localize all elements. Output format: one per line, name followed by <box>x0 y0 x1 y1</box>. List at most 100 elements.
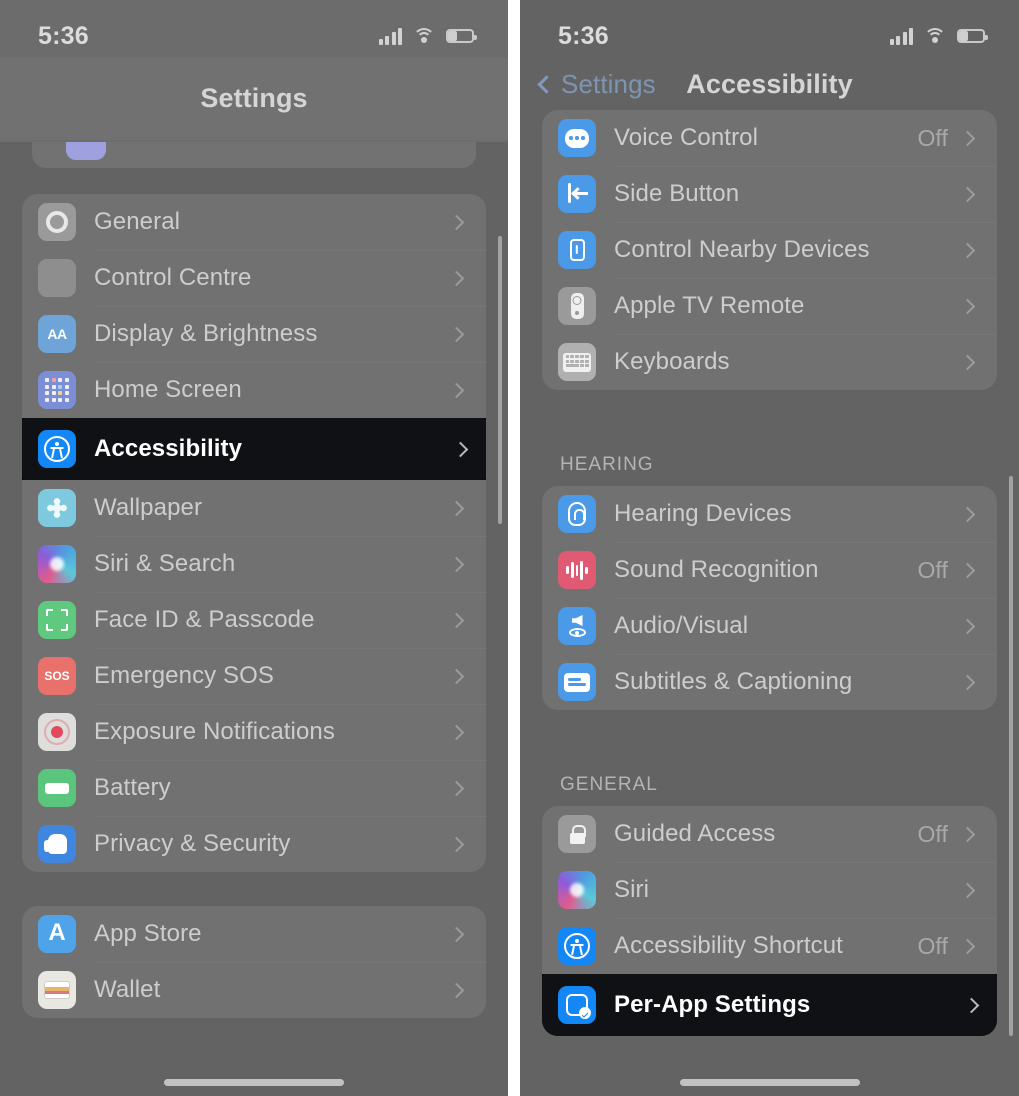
list-item[interactable]: Battery <box>22 760 486 816</box>
list-item[interactable]: Voice Control Off <box>542 110 997 166</box>
chevron-right-icon <box>448 724 465 740</box>
list-item[interactable]: Accessibility <box>22 418 486 480</box>
section-header: HEARING <box>560 454 654 475</box>
list-item-label: General <box>94 208 181 235</box>
chevron-right-icon <box>448 836 465 852</box>
chevron-right-icon <box>448 326 465 342</box>
right-accessibility-list[interactable]: Voice Control Off Side Button Control Nearb… <box>520 110 1019 1036</box>
chevron-right-icon <box>448 668 465 684</box>
status-indicators <box>889 27 988 45</box>
side-button-icon <box>558 175 596 213</box>
chevron-right-icon <box>963 997 980 1013</box>
list-item[interactable]: Apple TV Remote <box>542 278 997 334</box>
page-title: Settings <box>200 82 308 113</box>
list-item-label: Per-App Settings <box>614 991 811 1018</box>
left-nav-bar: Settings <box>0 58 508 142</box>
chevron-right-icon <box>448 982 465 998</box>
list-item-label: Accessibility <box>94 435 243 462</box>
list-item[interactable]: A App Store <box>22 906 486 962</box>
right-nav-bar: Settings Accessibility <box>520 58 1019 110</box>
list-item[interactable]: Wallet <box>22 962 486 1018</box>
list-item-label: Voice Control <box>614 124 759 151</box>
accessibility-icon <box>38 430 76 468</box>
list-item[interactable]: Audio/Visual <box>542 598 997 654</box>
siri-orb-icon <box>38 545 76 583</box>
back-button[interactable]: Settings <box>534 69 656 100</box>
list-item[interactable]: General <box>22 194 486 250</box>
hand-icon <box>38 825 76 863</box>
list-item-label: Siri & Search <box>94 550 236 577</box>
settings-group: General Control Centre AA Display & Brightn… <box>22 194 486 872</box>
settings-group: A App Store Wallet <box>22 906 486 1018</box>
home-indicator <box>164 1079 344 1086</box>
right-phone-screen: 5:36 Settings Accessibility Voice Contro… <box>520 0 1019 1096</box>
list-item[interactable]: AA Display & Brightness <box>22 306 486 362</box>
list-item-label: Control Nearby Devices <box>614 236 870 263</box>
list-item[interactable]: Sound Recognition Off <box>542 542 997 598</box>
list-item[interactable]: Wallpaper <box>22 480 486 536</box>
voice-control-icon <box>558 119 596 157</box>
list-item-label: Apple TV Remote <box>614 292 805 319</box>
lock-icon <box>558 815 596 853</box>
chevron-right-icon <box>959 186 976 202</box>
app-grid-icon <box>38 371 76 409</box>
chevron-right-icon <box>448 926 465 942</box>
list-item[interactable]: Side Button <box>542 166 997 222</box>
section-header: GENERAL <box>560 774 658 795</box>
chevron-right-icon <box>448 214 465 230</box>
list-item[interactable]: Siri & Search <box>22 536 486 592</box>
left-status-bar: 5:36 <box>0 0 508 58</box>
list-item[interactable]: Keyboards <box>542 334 997 390</box>
chevron-right-icon <box>959 354 976 370</box>
highlighted-row-accessibility[interactable]: Accessibility <box>22 418 486 480</box>
list-item[interactable]: Control Nearby Devices <box>542 222 997 278</box>
accessibility-icon <box>558 927 596 965</box>
chevron-right-icon <box>448 382 465 398</box>
list-item-label: Face ID & Passcode <box>94 606 315 633</box>
battery-icon <box>38 769 76 807</box>
list-item[interactable]: Siri <box>542 862 997 918</box>
list-item-value: Off <box>917 820 948 847</box>
per-app-icon <box>558 986 596 1024</box>
list-item-label: Side Button <box>614 180 740 207</box>
status-time: 5:36 <box>38 21 89 50</box>
list-item-label: Sound Recognition <box>614 556 819 583</box>
chevron-right-icon <box>959 298 976 314</box>
chevron-right-icon <box>959 882 976 898</box>
chevron-right-icon <box>448 500 465 516</box>
list-item[interactable]: Subtitles & Captioning <box>542 654 997 710</box>
list-item[interactable]: SOS Emergency SOS <box>22 648 486 704</box>
list-item[interactable]: Privacy & Security <box>22 816 486 872</box>
list-item-label: Guided Access <box>614 820 776 847</box>
chevron-right-icon <box>959 938 976 954</box>
chevron-right-icon <box>959 242 976 258</box>
right-scroll-indicator[interactable] <box>1009 476 1013 1036</box>
list-item[interactable]: Exposure Notifications <box>22 704 486 760</box>
partial-app-icon <box>66 142 106 160</box>
list-item-label: Battery <box>94 774 171 801</box>
list-item-label: Siri <box>614 876 650 903</box>
list-item[interactable]: Home Screen <box>22 362 486 418</box>
list-item[interactable]: Accessibility Shortcut Off <box>542 918 997 974</box>
list-item[interactable]: Per-App Settings <box>542 974 997 1036</box>
list-item[interactable]: Hearing Devices <box>542 486 997 542</box>
wallet-icon <box>38 971 76 1009</box>
keyboard-icon <box>558 343 596 381</box>
sos-icon: SOS <box>38 657 76 695</box>
chevron-left-icon <box>537 74 556 94</box>
status-time: 5:36 <box>558 21 609 50</box>
list-item[interactable]: Control Centre <box>22 250 486 306</box>
chevron-right-icon <box>959 618 976 634</box>
chevron-right-icon <box>448 270 465 286</box>
highlighted-row-per-app-settings[interactable]: Per-App Settings <box>542 974 997 1036</box>
speaker-eye-icon <box>558 607 596 645</box>
dual-screenshot-container: 5:36 Settings General Control Centre AA Dis… <box>0 0 1019 1096</box>
chevron-right-icon <box>448 780 465 796</box>
list-item-label: Hearing Devices <box>614 500 792 527</box>
list-item[interactable]: Face ID & Passcode <box>22 592 486 648</box>
left-settings-list[interactable]: General Control Centre AA Display & Brightn… <box>0 142 508 1018</box>
sound-wave-icon <box>558 551 596 589</box>
gear-icon <box>38 203 76 241</box>
left-scroll-indicator[interactable] <box>498 236 502 524</box>
list-item[interactable]: Guided Access Off <box>542 806 997 862</box>
